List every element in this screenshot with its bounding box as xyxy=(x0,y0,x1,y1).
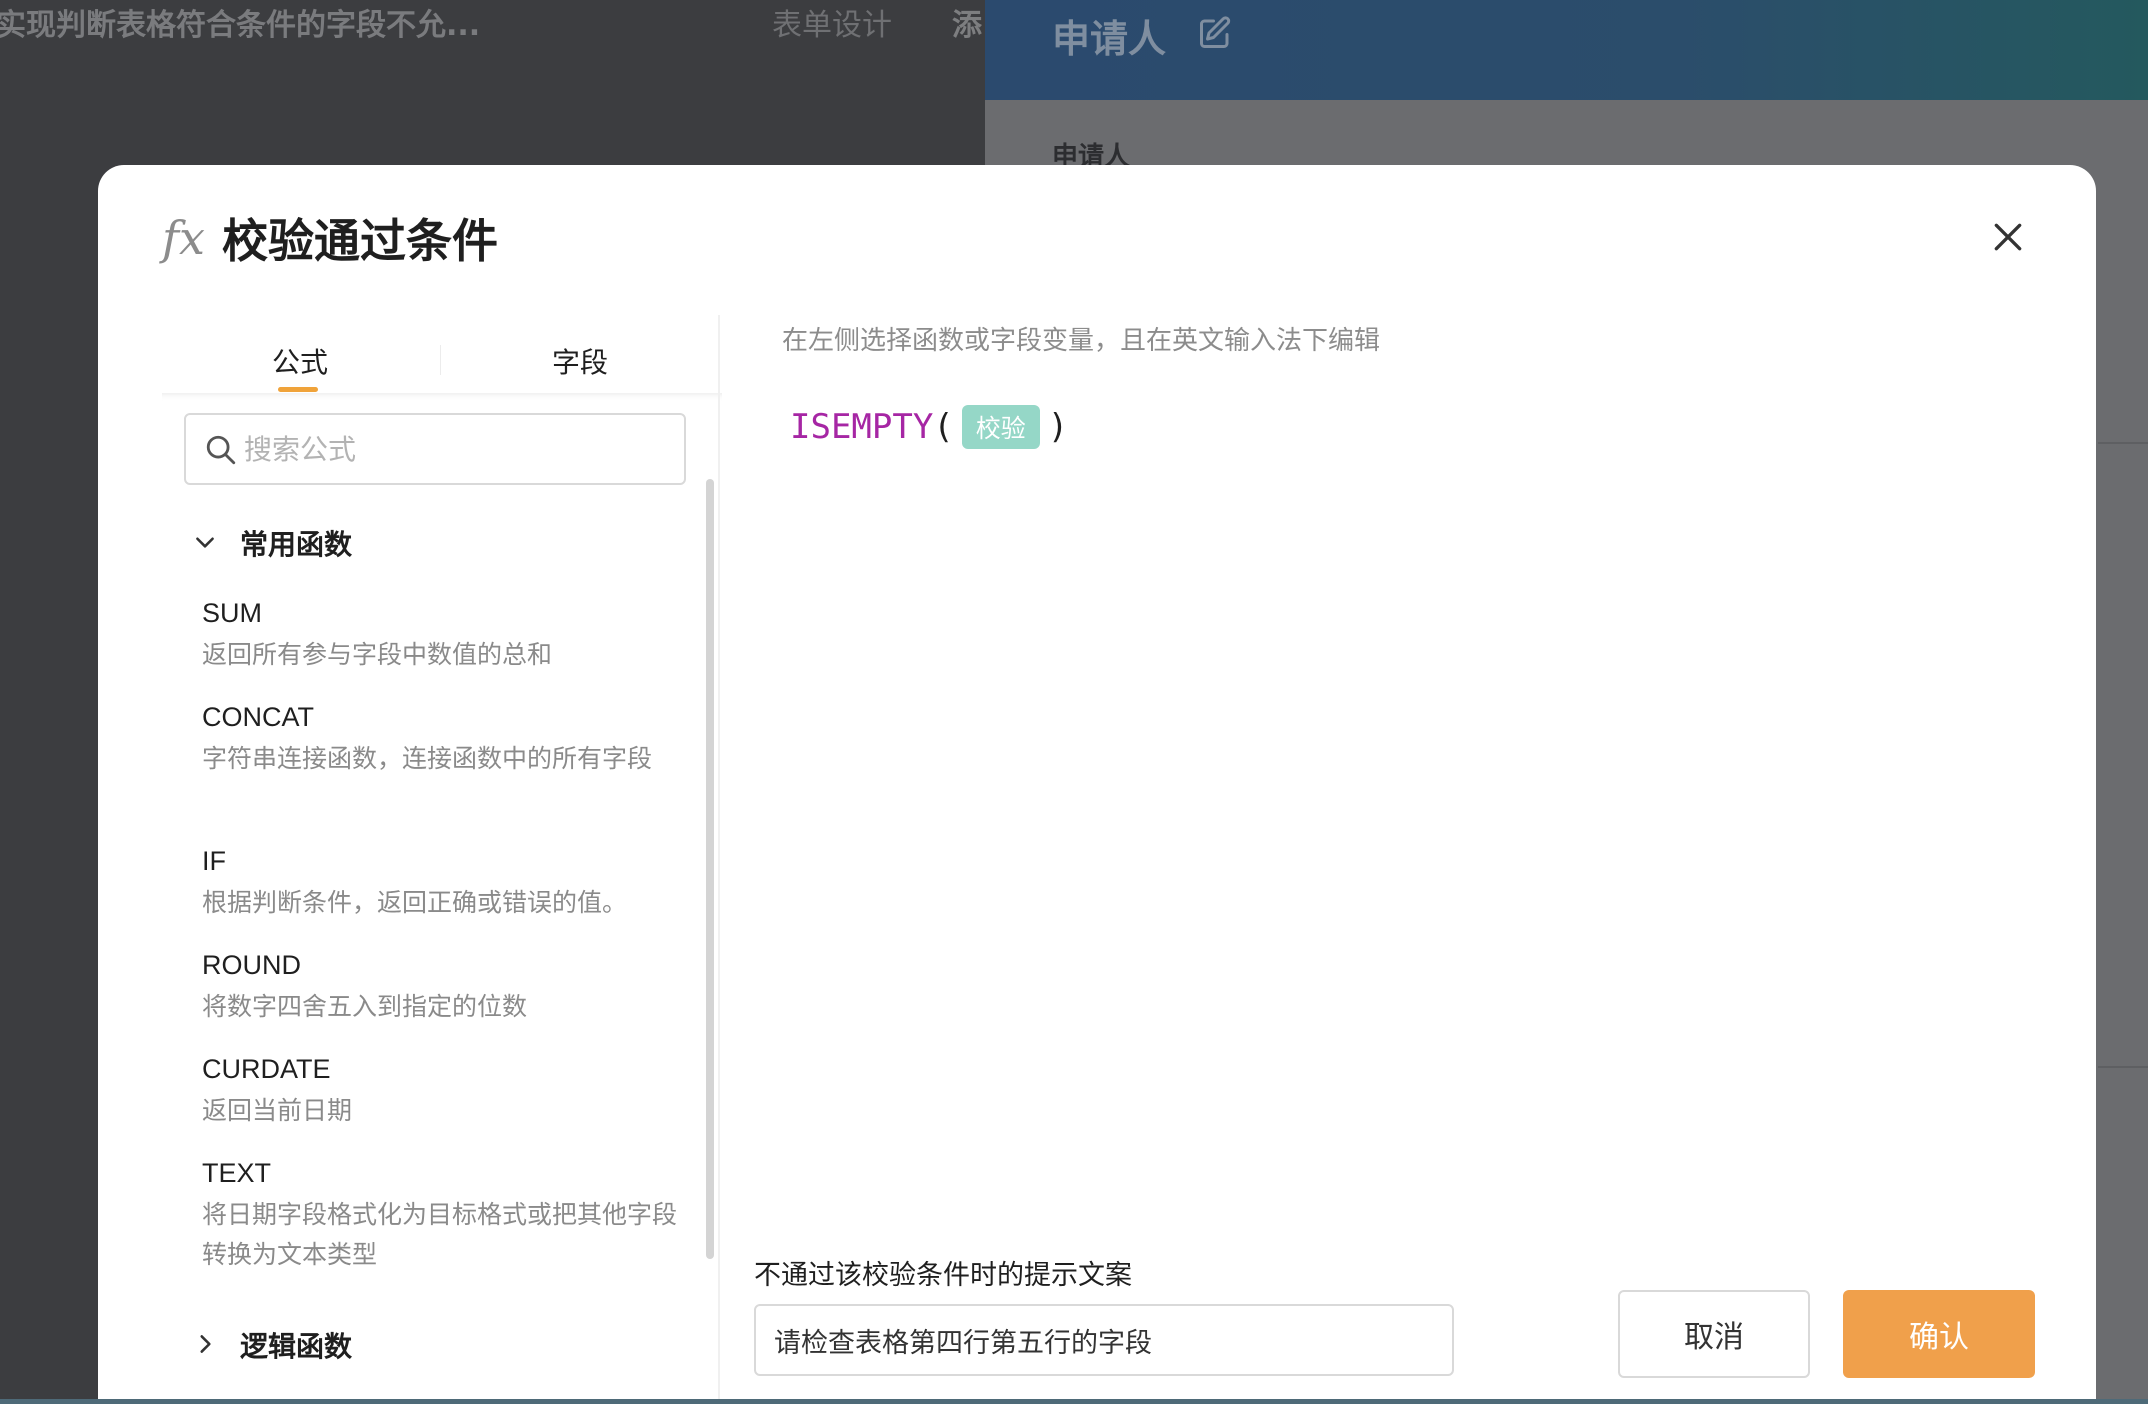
background-banner-title: 申请人 xyxy=(1052,17,1167,61)
search-box xyxy=(184,413,686,485)
background-divider xyxy=(2098,1066,2148,1068)
function-item-text[interactable]: TEXT 将日期字段格式化为目标格式或把其他字段转换为文本类型 xyxy=(202,1153,682,1275)
fx-icon: fx xyxy=(162,211,205,265)
formula-function-token: ISEMPTY xyxy=(790,407,934,447)
tab-field[interactable]: 字段 xyxy=(552,341,608,381)
function-item-if[interactable]: IF 根据判断条件，返回正确或错误的值。 xyxy=(202,841,682,923)
editor-hint: 在左侧选择函数或字段变量，且在英文输入法下编辑 xyxy=(782,326,1381,356)
formula-open-paren: ( xyxy=(933,407,954,447)
function-panel: 公式 字段 常用函数 SUM 返回所有参与字段中数值的总和 xyxy=(162,315,722,1404)
chevron-down-icon xyxy=(196,537,214,548)
search-icon xyxy=(206,435,236,465)
panel-tabs: 公式 字段 xyxy=(162,315,722,393)
formula-field-chip[interactable]: 校验 xyxy=(961,405,1040,449)
function-description: 字符串连接函数，连接函数中的所有字段 xyxy=(202,744,653,773)
tip-label: 不通过该校验条件时的提示文案 xyxy=(754,1260,1132,1291)
close-icon[interactable] xyxy=(1988,217,2028,257)
chevron-right-icon xyxy=(200,1335,211,1353)
panel-divider xyxy=(718,315,720,1404)
function-description: 将日期字段格式化为目标格式或把其他字段转换为文本类型 xyxy=(202,1200,678,1269)
background-tab-form-design[interactable]: 表单设计 xyxy=(772,0,892,44)
background-divider xyxy=(2098,442,2148,444)
function-list: 常用函数 SUM 返回所有参与字段中数值的总和 CONCAT 字符串连接函数，连… xyxy=(162,393,722,1404)
function-item-sum[interactable]: SUM 返回所有参与字段中数值的总和 xyxy=(202,593,682,675)
function-name: CURDATE xyxy=(202,1054,331,1084)
edit-icon[interactable] xyxy=(1197,15,1233,51)
function-name: IF xyxy=(202,846,226,876)
formula-close-paren: ) xyxy=(1047,407,1069,447)
search-input[interactable] xyxy=(244,419,664,479)
group-label: 常用函数 xyxy=(240,528,353,561)
group-label: 逻辑函数 xyxy=(240,1330,353,1363)
dialog-title: 校验通过条件 xyxy=(222,214,498,268)
tab-formula[interactable]: 公式 xyxy=(272,341,328,381)
formula-editor[interactable]: ISEMPTY(校验) xyxy=(790,405,1068,461)
function-name: TEXT xyxy=(202,1158,272,1188)
function-description: 根据判断条件，返回正确或错误的值。 xyxy=(202,888,628,917)
cancel-button[interactable]: 取消 xyxy=(1618,1290,1810,1378)
function-list-scrollbar[interactable] xyxy=(706,479,714,1259)
function-name: CONCAT xyxy=(202,702,314,732)
active-tab-indicator xyxy=(278,387,318,392)
function-item-round[interactable]: ROUND 将数字四舍五入到指定的位数 xyxy=(202,945,682,1027)
window-bottom-edge xyxy=(0,1399,2148,1404)
function-item-concat[interactable]: CONCAT 字符串连接函数，连接函数中的所有字段 xyxy=(202,697,682,779)
function-name: ROUND xyxy=(202,950,301,980)
function-name: SUM xyxy=(202,598,262,628)
background-tab-add[interactable]: 添 xyxy=(952,0,986,44)
function-description: 将数字四舍五入到指定的位数 xyxy=(202,992,528,1021)
tab-divider xyxy=(440,345,441,375)
background-page-title: 实现判断表格符合条件的字段不允... xyxy=(0,8,481,43)
function-description: 返回当前日期 xyxy=(202,1096,353,1125)
formula-dialog: fx 校验通过条件 公式 字段 常用函 xyxy=(98,165,2096,1404)
function-item-curdate[interactable]: CURDATE 返回当前日期 xyxy=(202,1049,682,1131)
tip-message-input[interactable] xyxy=(754,1304,1454,1376)
function-description: 返回所有参与字段中数值的总和 xyxy=(202,640,553,669)
confirm-button[interactable]: 确认 xyxy=(1843,1290,2035,1378)
